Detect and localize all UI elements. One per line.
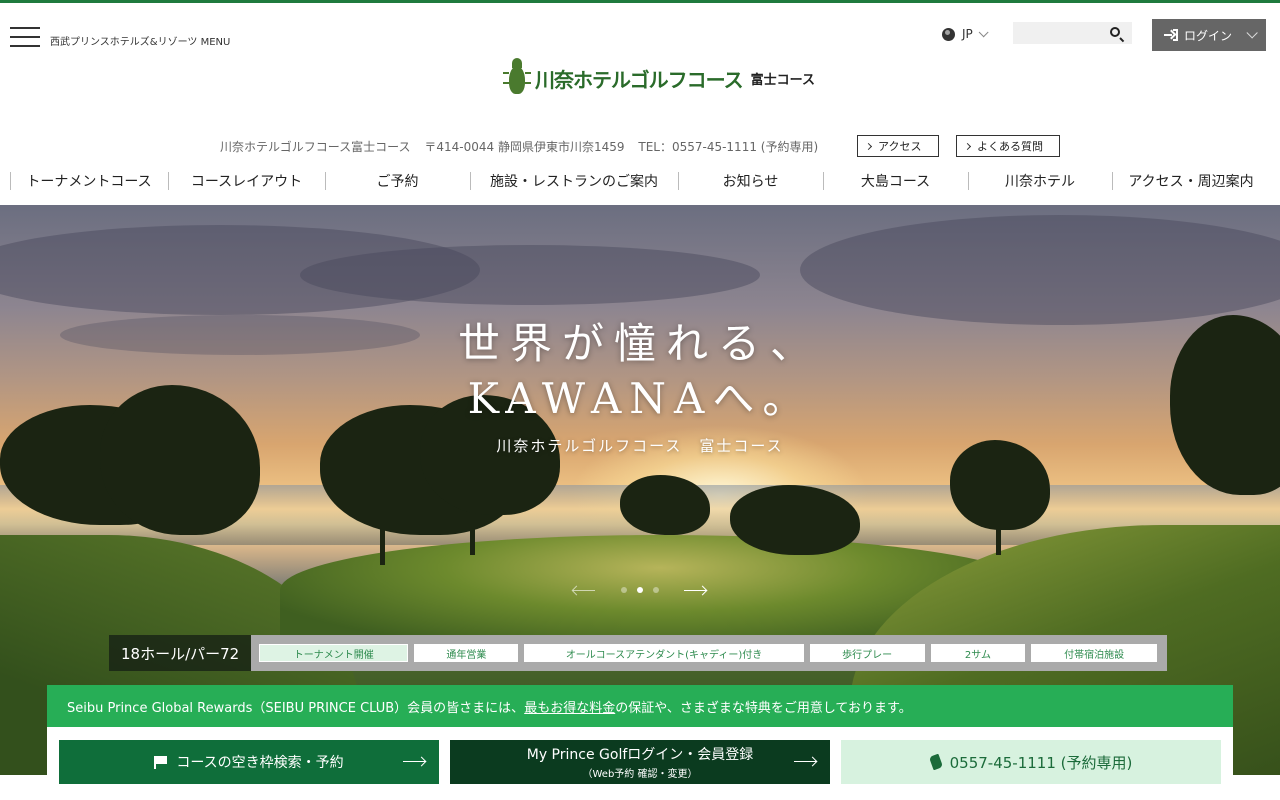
nav-tournament-course[interactable]: トーナメントコース	[10, 170, 168, 192]
phone-reservation-button[interactable]: 0557-45-1111 (予約専用)	[841, 740, 1221, 784]
flag-icon	[154, 755, 168, 769]
course-address: 〒414-0044 静岡県伊東市川奈1459	[424, 140, 625, 154]
globe-icon	[942, 27, 955, 41]
tee-time-search-label: コースの空き枠検索・予約	[176, 755, 344, 771]
feature-tag: トーナメント開催	[259, 644, 409, 662]
slide-prev-arrow-icon[interactable]	[573, 590, 595, 591]
language-selector[interactable]: JP	[942, 26, 989, 41]
feature-tag: 通年営業	[414, 644, 519, 662]
nav-facilities[interactable]: 施設・レストランのご案内	[470, 170, 678, 192]
nav-news[interactable]: お知らせ	[678, 170, 823, 192]
holes-par-label: 18ホール/パー72	[109, 635, 252, 671]
logo-text: 川奈ホテルゴルフコース	[535, 67, 744, 92]
slide-next-arrow-icon[interactable]	[684, 590, 706, 591]
faq-label: よくある質問	[977, 140, 1043, 153]
arrow-right-icon	[794, 761, 816, 762]
my-prince-golf-label: My Prince Golfログイン・会員登録	[526, 747, 754, 763]
arrow-right-icon	[403, 761, 425, 762]
nav-kawana-hotel[interactable]: 川奈ホテル	[968, 170, 1112, 192]
search-icon[interactable]	[1110, 27, 1120, 37]
top-accent-bar	[0, 0, 1280, 3]
course-name: 川奈ホテルゴルフコース富士コース	[220, 140, 411, 154]
search-input[interactable]	[1013, 22, 1105, 44]
hero-title-line1: 世界が憧れる、	[457, 319, 822, 368]
main-nav: トーナメントコース コースレイアウト ご予約 施設・レストランのご案内 お知らせ…	[0, 170, 1280, 192]
chevron-down-icon	[978, 26, 989, 37]
course-info: 川奈ホテルゴルフコース富士コース 〒414-0044 静岡県伊東市川奈1459 …	[220, 138, 828, 155]
my-prince-golf-button[interactable]: My Prince Golfログイン・会員登録 （Web予約 確認・変更）	[450, 740, 830, 784]
feature-tag: 歩行プレー	[809, 644, 925, 662]
phone-label: 0557-45-1111 (予約専用)	[949, 753, 1133, 772]
nav-oshima-course[interactable]: 大島コース	[823, 170, 968, 192]
feature-tag: 2サム	[930, 644, 1026, 662]
hero-title-line2: KAWANAへ。	[467, 374, 813, 423]
phone-icon	[930, 755, 942, 769]
nav-course-layout[interactable]: コースレイアウト	[168, 170, 325, 192]
cta-area: コースの空き枠検索・予約 My Prince Golfログイン・会員登録 （We…	[47, 727, 1233, 800]
nav-reservation[interactable]: ご予約	[325, 170, 470, 192]
chevron-down-icon	[1246, 27, 1258, 39]
login-button[interactable]: ログイン	[1152, 19, 1266, 51]
hamburger-menu-icon[interactable]	[10, 27, 40, 49]
login-label: ログイン	[1184, 28, 1233, 43]
language-label: JP	[962, 27, 973, 41]
tee-time-search-button[interactable]: コースの空き枠検索・予約	[59, 740, 439, 784]
hero-subtitle: 川奈ホテルゴルフコース 富士コース	[496, 437, 784, 455]
course-tel: TEL：0557-45-1111 (予約専用)	[638, 140, 819, 154]
slide-dot-3[interactable]	[653, 587, 659, 593]
rewards-text-prefix: Seibu Prince Global Rewards（SEIBU PRINCE…	[67, 700, 525, 716]
search-box	[1013, 22, 1132, 44]
access-button[interactable]: アクセス	[857, 135, 939, 157]
nav-access[interactable]: アクセス・周辺案内	[1112, 170, 1270, 192]
chevron-right-icon	[963, 142, 972, 150]
my-prince-golf-sublabel: （Web予約 確認・変更）	[582, 769, 698, 780]
sign-in-icon	[1164, 29, 1178, 41]
chevron-right-icon	[864, 142, 873, 150]
feature-tag: 付帯宿泊施設	[1031, 644, 1158, 662]
slide-dot-2[interactable]	[637, 587, 643, 593]
beetle-emblem-icon	[503, 58, 531, 98]
site-logo[interactable]: 川奈ホテルゴルフコース 富士コース	[503, 58, 815, 98]
course-features: 18ホール/パー72 トーナメント開催 通年営業 オールコースアテンダント(キャ…	[109, 635, 1168, 671]
feature-tag: オールコースアテンダント(キャディー)付き	[524, 644, 804, 662]
rewards-text-suffix: の保証や、さまざまな特典をご用意しております。	[615, 700, 912, 716]
rewards-banner: Seibu Prince Global Rewards（SEIBU PRINCE…	[47, 685, 1233, 727]
menu-label[interactable]: 西武プリンスホテルズ&リゾーツ MENU	[50, 33, 230, 48]
feature-tags: トーナメント開催 通年営業 オールコースアテンダント(キャディー)付き 歩行プレ…	[251, 635, 1168, 671]
slide-dot-1[interactable]	[621, 587, 627, 593]
access-label: アクセス	[878, 140, 922, 153]
logo-subtext: 富士コース	[750, 72, 815, 88]
best-rate-link[interactable]: 最もお得な料金	[524, 697, 615, 716]
faq-button[interactable]: よくある質問	[956, 135, 1060, 157]
